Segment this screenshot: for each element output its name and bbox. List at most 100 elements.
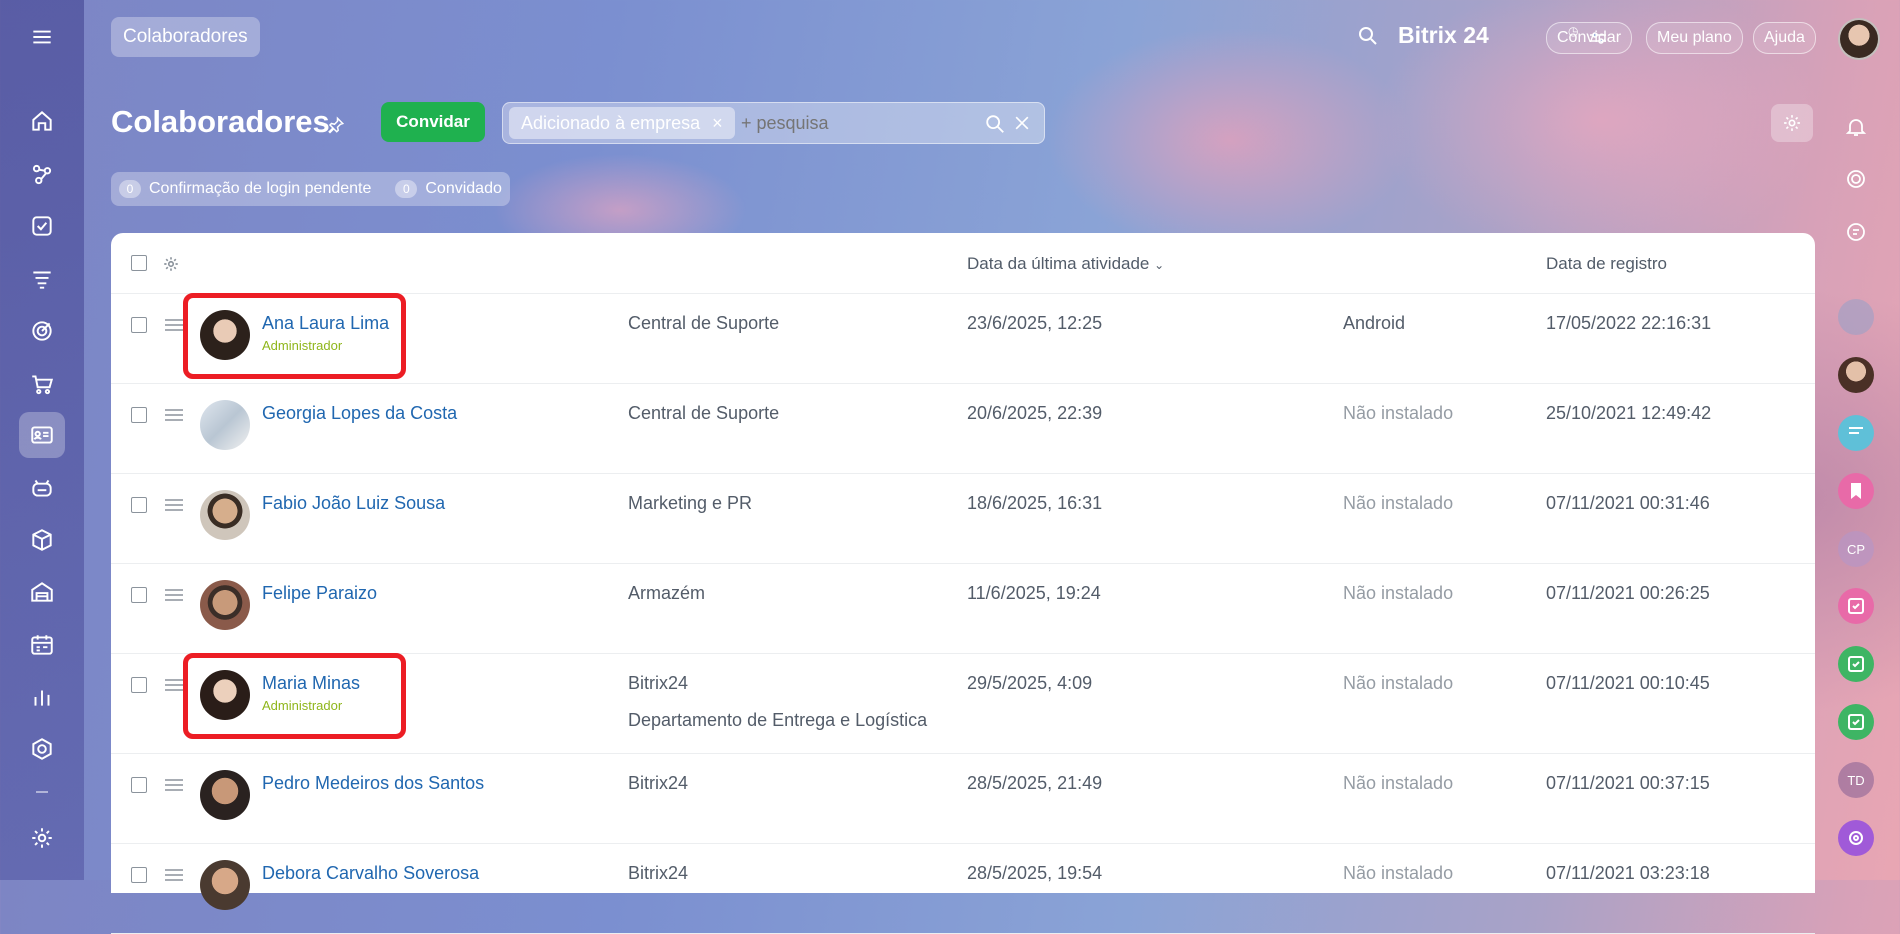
- sites-icon[interactable]: [19, 726, 65, 772]
- table-row[interactable]: Felipe Paraizo Armazém 11/6/2025, 19:24 Não…: [111, 563, 1815, 654]
- drag-handle-icon[interactable]: [165, 779, 183, 791]
- bot-icon[interactable]: [19, 465, 65, 511]
- notifications-icon[interactable]: [1838, 109, 1874, 145]
- department-cell: Departamento de Entrega e Logística: [628, 710, 928, 730]
- table-row[interactable]: Fabio João Luiz Sousa Marketing e PR 18/6/…: [111, 473, 1815, 564]
- column-last-activity[interactable]: Data da última atividade ⌄: [967, 254, 1164, 274]
- search-input[interactable]: [739, 112, 963, 135]
- avatar[interactable]: [200, 310, 250, 360]
- chat-channel-icon[interactable]: [1838, 415, 1874, 451]
- clear-icon[interactable]: [1012, 113, 1032, 133]
- cart-icon[interactable]: [19, 361, 65, 407]
- home-icon[interactable]: [19, 98, 65, 144]
- employee-name[interactable]: Felipe Paraizo: [262, 583, 377, 604]
- row-checkbox[interactable]: [131, 317, 147, 333]
- initials-avatar[interactable]: TD: [1838, 762, 1874, 798]
- bitrix24-logo[interactable]: Bitrix 24: [1398, 22, 1489, 49]
- row-checkbox[interactable]: [131, 407, 147, 423]
- analytics-icon[interactable]: [19, 674, 65, 720]
- user-avatar[interactable]: [1838, 18, 1880, 60]
- avatar[interactable]: [200, 860, 250, 910]
- registered-cell: 25/10/2021 12:49:42: [1546, 403, 1712, 423]
- group-avatar[interactable]: [1838, 299, 1874, 335]
- column-settings-icon[interactable]: [162, 255, 180, 273]
- row-checkbox[interactable]: [131, 777, 147, 793]
- drag-handle-icon[interactable]: [165, 589, 183, 601]
- employee-name[interactable]: Debora Carvalho Soverosa: [262, 863, 479, 884]
- mobile-app-cell: Não instalado: [1343, 673, 1454, 693]
- calendar-icon[interactable]: [19, 622, 65, 668]
- employee-name[interactable]: Georgia Lopes da Costa: [262, 403, 457, 424]
- employee-name[interactable]: Fabio João Luiz Sousa: [262, 493, 445, 514]
- sort-chevron-icon: ⌄: [1154, 258, 1165, 272]
- table-row[interactable]: Georgia Lopes da Costa Central de Suporte…: [111, 383, 1815, 474]
- breadcrumb[interactable]: Colaboradores: [111, 17, 260, 57]
- department-cell: Marketing e PR: [628, 493, 753, 513]
- mobile-app-cell: Não instalado: [1343, 493, 1454, 513]
- page-title: Colaboradores: [111, 104, 330, 139]
- chip-close-icon[interactable]: ×: [712, 113, 723, 134]
- avatar[interactable]: [200, 670, 250, 720]
- chat-icon[interactable]: [1838, 214, 1874, 250]
- target-icon[interactable]: [19, 308, 65, 354]
- avatar[interactable]: [200, 490, 250, 540]
- settings-icon[interactable]: [19, 815, 65, 861]
- avatar[interactable]: [200, 770, 250, 820]
- box-icon[interactable]: [19, 517, 65, 563]
- task-icon[interactable]: [1838, 588, 1874, 624]
- top-bar: Colaboradores Bitrix 24 ◷ Convidar Meu p…: [84, 0, 1900, 74]
- search-icon[interactable]: [984, 113, 1006, 135]
- employee-name[interactable]: Maria Minas: [262, 673, 360, 694]
- department-cell: Central de Suporte: [628, 403, 780, 423]
- menu-icon[interactable]: [19, 14, 65, 60]
- last-activity-cell: 20/6/2025, 22:39: [967, 403, 1103, 423]
- table-row[interactable]: Ana Laura Lima Administrador Central de Su…: [111, 293, 1815, 384]
- funnel-icon[interactable]: [19, 256, 65, 302]
- pin-icon[interactable]: [327, 116, 345, 134]
- department-cell: Bitrix24: [628, 863, 689, 883]
- employees-icon[interactable]: [19, 412, 65, 458]
- activity-stream-icon[interactable]: [1838, 161, 1874, 197]
- column-registered[interactable]: Data de registro: [1546, 254, 1667, 274]
- row-checkbox[interactable]: [131, 497, 147, 513]
- department-cell: Armazém: [628, 583, 706, 603]
- drag-handle-icon[interactable]: [165, 319, 183, 331]
- task-icon[interactable]: [1838, 646, 1874, 682]
- avatar[interactable]: [200, 580, 250, 630]
- task-icon[interactable]: [1838, 704, 1874, 740]
- select-all-checkbox[interactable]: [131, 255, 147, 271]
- right-sidebar: CP TD: [1830, 95, 1890, 880]
- filter-search-box[interactable]: Adicionado à empresa ×: [502, 102, 1045, 144]
- page-settings-button[interactable]: [1771, 104, 1813, 142]
- table-row[interactable]: Pedro Medeiros dos Santos Bitrix24 28/5/20…: [111, 753, 1815, 844]
- invite-button[interactable]: Convidar: [381, 102, 485, 142]
- drag-handle-icon[interactable]: [165, 499, 183, 511]
- drag-handle-icon[interactable]: [165, 409, 183, 421]
- drag-handle-icon[interactable]: [165, 679, 183, 691]
- search-icon[interactable]: [1356, 24, 1380, 48]
- drag-handle-icon[interactable]: [165, 869, 183, 881]
- employees-table: Data da última atividade ⌄ Data de regis…: [111, 233, 1815, 934]
- table-row[interactable]: Maria Minas Administrador Bitrix24 Departam…: [111, 653, 1815, 754]
- counter-pending-login[interactable]: 0 Confirmação de login pendente: [119, 180, 371, 198]
- row-checkbox[interactable]: [131, 677, 147, 693]
- registered-cell: 07/11/2021 03:23:18: [1546, 863, 1710, 883]
- tasks-icon[interactable]: [19, 203, 65, 249]
- initials-avatar[interactable]: CP: [1838, 531, 1874, 567]
- warehouse-icon[interactable]: [19, 569, 65, 615]
- contact-avatar[interactable]: [1838, 357, 1874, 393]
- help-button[interactable]: Ajuda: [1753, 22, 1816, 54]
- filter-chip[interactable]: Adicionado à empresa ×: [509, 107, 735, 139]
- table-row[interactable]: Debora Carvalho Soverosa Bitrix24 28/5/202…: [111, 843, 1815, 934]
- bookmark-icon[interactable]: [1838, 473, 1874, 509]
- employee-name[interactable]: Pedro Medeiros dos Santos: [262, 773, 484, 794]
- copilot-icon[interactable]: [1838, 820, 1874, 856]
- row-checkbox[interactable]: [131, 587, 147, 603]
- counter-invited[interactable]: 0 Convidado: [395, 180, 502, 198]
- my-plan-button[interactable]: Meu plano: [1646, 22, 1743, 54]
- invite-top-button[interactable]: Convidar: [1546, 22, 1633, 54]
- employee-name[interactable]: Ana Laura Lima: [262, 313, 389, 334]
- row-checkbox[interactable]: [131, 867, 147, 883]
- avatar[interactable]: [200, 400, 250, 450]
- crm-icon[interactable]: [19, 151, 65, 197]
